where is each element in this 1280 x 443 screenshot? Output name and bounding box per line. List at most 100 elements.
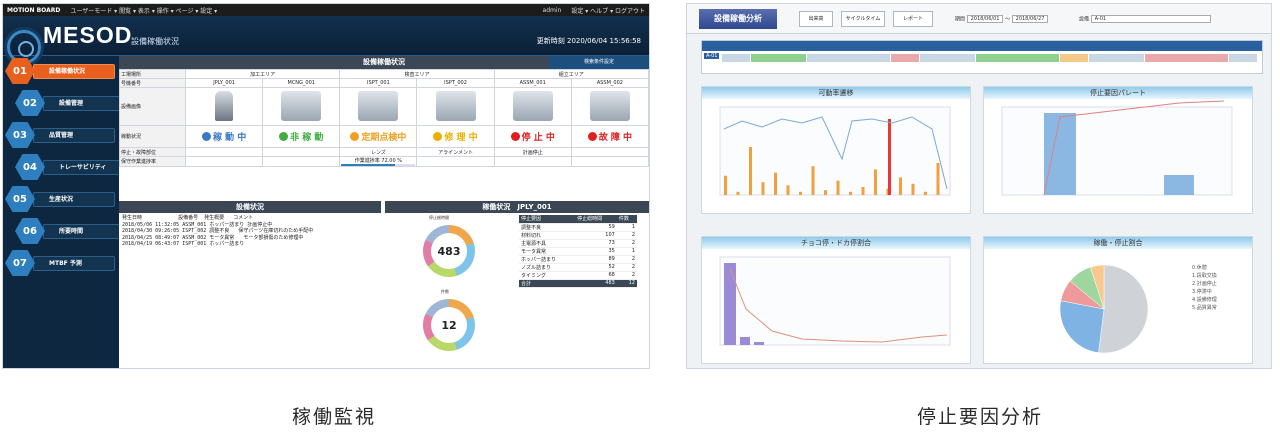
menu-item[interactable]: 05 生産状況 xyxy=(5,186,117,213)
plot-area xyxy=(719,106,951,196)
ratio-panel: 稼働・停止割合 0.休憩 1.段取交換 2.計画停止 3.停滞中 4.設備修理 5.品質異… xyxy=(983,236,1253,364)
report-button[interactable]: レポート xyxy=(893,11,933,27)
image-label: 設備画像 xyxy=(119,87,186,126)
status-lamp-icon xyxy=(279,132,289,141)
topbar-settings[interactable]: 設定 ▾ ヘルプ ▾ ログアウト xyxy=(571,6,645,15)
log-title: 設備状況 xyxy=(119,201,381,213)
bar xyxy=(724,175,727,195)
left-caption: 稼働監視 xyxy=(291,406,376,428)
machine-status: 故 障 中 xyxy=(570,125,649,148)
brand-title: MESOD xyxy=(43,22,133,48)
bar xyxy=(824,190,827,195)
ops-row: 主電源不具 73 2 xyxy=(519,239,637,248)
machine-code: ISPT_001 xyxy=(339,78,418,88)
bar xyxy=(799,191,802,195)
ops-panel: 稼働状況 JPLY_001 停止総時間 483 件数 12 停止要因 停止総時間件… xyxy=(385,201,649,368)
menu-item-label: 生産状況 xyxy=(49,196,74,203)
ops-cell: 2 xyxy=(616,263,637,272)
timeline-segment xyxy=(1060,54,1089,62)
menu-item[interactable]: 03 品質管理 xyxy=(5,122,117,149)
ops-title: 稼働状況 JPLY_001 xyxy=(385,201,649,213)
menu-item[interactable]: 01 設備稼働状況 xyxy=(5,58,117,85)
ops-cell: 2 xyxy=(616,239,637,248)
machine-image xyxy=(589,90,630,121)
update-clock: 更新時刻 2020/06/04 15:56:58 xyxy=(536,37,641,45)
pie-legend-item: 5.品質異常 xyxy=(1192,304,1217,311)
ops-row: ホッパー詰まり 89 2 xyxy=(519,255,637,264)
maint-progress-cell: 作業進捗率 72.00 % xyxy=(339,156,418,167)
timeline-chart: A-01 xyxy=(701,40,1263,74)
log-list: 発生日時 設備番号 発生概要 コメント 2018/05/06 11:32:05 A… xyxy=(119,213,381,250)
topbar-menus[interactable]: ユーザーモード ▾ 閲覧 ▾ 表示 ▾ 操作 ▾ ページ ▾ 設定 ▾ xyxy=(70,6,217,15)
status-row: 稼動状況 稼 動 中 非 稼 動 定期点検中 修 理 中 停 止 中 故 障 中 xyxy=(119,125,649,148)
output-button[interactable]: 出来高 xyxy=(799,11,833,27)
bar xyxy=(786,185,790,195)
bar xyxy=(774,172,777,195)
ops-header-row: 停止要因 停止総時間 件数 xyxy=(519,215,637,224)
from-date-input[interactable]: 2018/06/01 xyxy=(966,15,1004,23)
ops-row: 合計 483 12 xyxy=(519,279,637,288)
panel-title-text: 設備稼働状況 xyxy=(363,58,405,66)
ops-cell: 1 xyxy=(616,223,637,232)
image-row: 設備画像 xyxy=(119,87,649,126)
pie-slice xyxy=(1059,300,1105,353)
machine-code: ISPT_002 xyxy=(416,78,495,88)
machine-status: 停 止 中 xyxy=(493,125,572,148)
timeline-segment xyxy=(1229,54,1259,62)
stop-part xyxy=(184,147,264,157)
status-label-text: 稼 動 中 xyxy=(212,133,247,143)
app-logo: MOTION BOARD xyxy=(7,6,61,14)
menu-number-hex: 01 xyxy=(5,58,35,84)
timeline-segment xyxy=(807,54,892,62)
to-label: ～ xyxy=(1005,16,1011,23)
bar xyxy=(849,191,852,195)
maint-progress-label: 作業進捗率 xyxy=(354,158,380,164)
menu-item[interactable]: 04 トレーサビリティ xyxy=(15,154,125,181)
maint-cell xyxy=(493,156,572,167)
topbar-user[interactable]: admin xyxy=(543,7,562,14)
area-cell: 検査エリア xyxy=(339,69,495,79)
machine-code: ASSM_001 xyxy=(493,78,572,88)
machine-status: 非 稼 動 xyxy=(262,125,341,148)
stop-part: アラインメント xyxy=(416,147,495,157)
maint-cell xyxy=(416,156,495,167)
bar xyxy=(874,169,877,195)
plot-area xyxy=(1001,106,1233,196)
status-lamp-icon xyxy=(510,132,520,141)
status-text: 修 理 中 xyxy=(433,132,478,143)
status-lamp-icon xyxy=(587,132,597,141)
machine-select[interactable]: A-01 xyxy=(1090,15,1211,23)
pareto-chart xyxy=(1001,100,1233,196)
menu-item[interactable]: 06 所要時間 xyxy=(15,218,125,245)
menu-number-hex: 05 xyxy=(5,186,35,212)
pie-slice xyxy=(1098,264,1149,354)
menu-item[interactable]: 02 設備管理 xyxy=(15,90,125,117)
to-date-input[interactable]: 2018/06/27 xyxy=(1011,15,1049,23)
search-settings-button[interactable]: 検索条件設定 xyxy=(549,56,649,69)
app-topbar: MOTION BOARD ユーザーモード ▾ 閲覧 ▾ 表示 ▾ 操作 ▾ ペー… xyxy=(3,4,649,16)
menu-item-label: 設備稼働状況 xyxy=(49,68,86,75)
area-cell: 組立エリア xyxy=(493,69,649,79)
ops-row: 材料切れ 107 2 xyxy=(519,231,637,240)
machine-code: MCNG_001 xyxy=(262,78,341,88)
ops-cell: ホッパー詰まり xyxy=(519,255,576,264)
bar xyxy=(899,177,902,195)
equipment-table: 工場場所 加工エリア 検査エリア 組立エリア 号機番号 JPLY_001 MCNG_… xyxy=(119,69,649,167)
menu-item[interactable]: 07 MTBF 予測 xyxy=(5,250,117,277)
ops-cell: モータ異常 xyxy=(519,247,576,256)
machine-status: 修 理 中 xyxy=(416,125,495,148)
status-label: 稼動状況 xyxy=(119,125,186,148)
log-row: 2018/04/19 06:43:07 ISPT_001 ホッパー詰まり xyxy=(122,241,245,247)
monitoring-screenshot: MOTION BOARD ユーザーモード ▾ 閲覧 ▾ 表示 ▾ 操作 ▾ ペー… xyxy=(2,3,650,369)
bar xyxy=(861,187,865,195)
cycle-time-button[interactable]: サイクルタイム xyxy=(841,11,885,27)
status-lamp-icon xyxy=(350,132,360,141)
status-text: 停 止 中 xyxy=(510,132,555,143)
donut1-title: 停止総時間 xyxy=(429,215,449,220)
code-row: 号機番号 JPLY_001 MCNG_001 ISPT_001 ISPT_002 ASSM… xyxy=(119,78,649,88)
timeline-segment xyxy=(750,54,808,62)
stop-part: レンズ xyxy=(339,147,418,157)
pareto-title: 停止要因パレート xyxy=(984,87,1252,99)
bar xyxy=(911,183,915,195)
analysis-screenshot: 設備稼働分析 出来高 サイクルタイム レポート 期間 2018/06/01 ～ … xyxy=(686,3,1272,369)
